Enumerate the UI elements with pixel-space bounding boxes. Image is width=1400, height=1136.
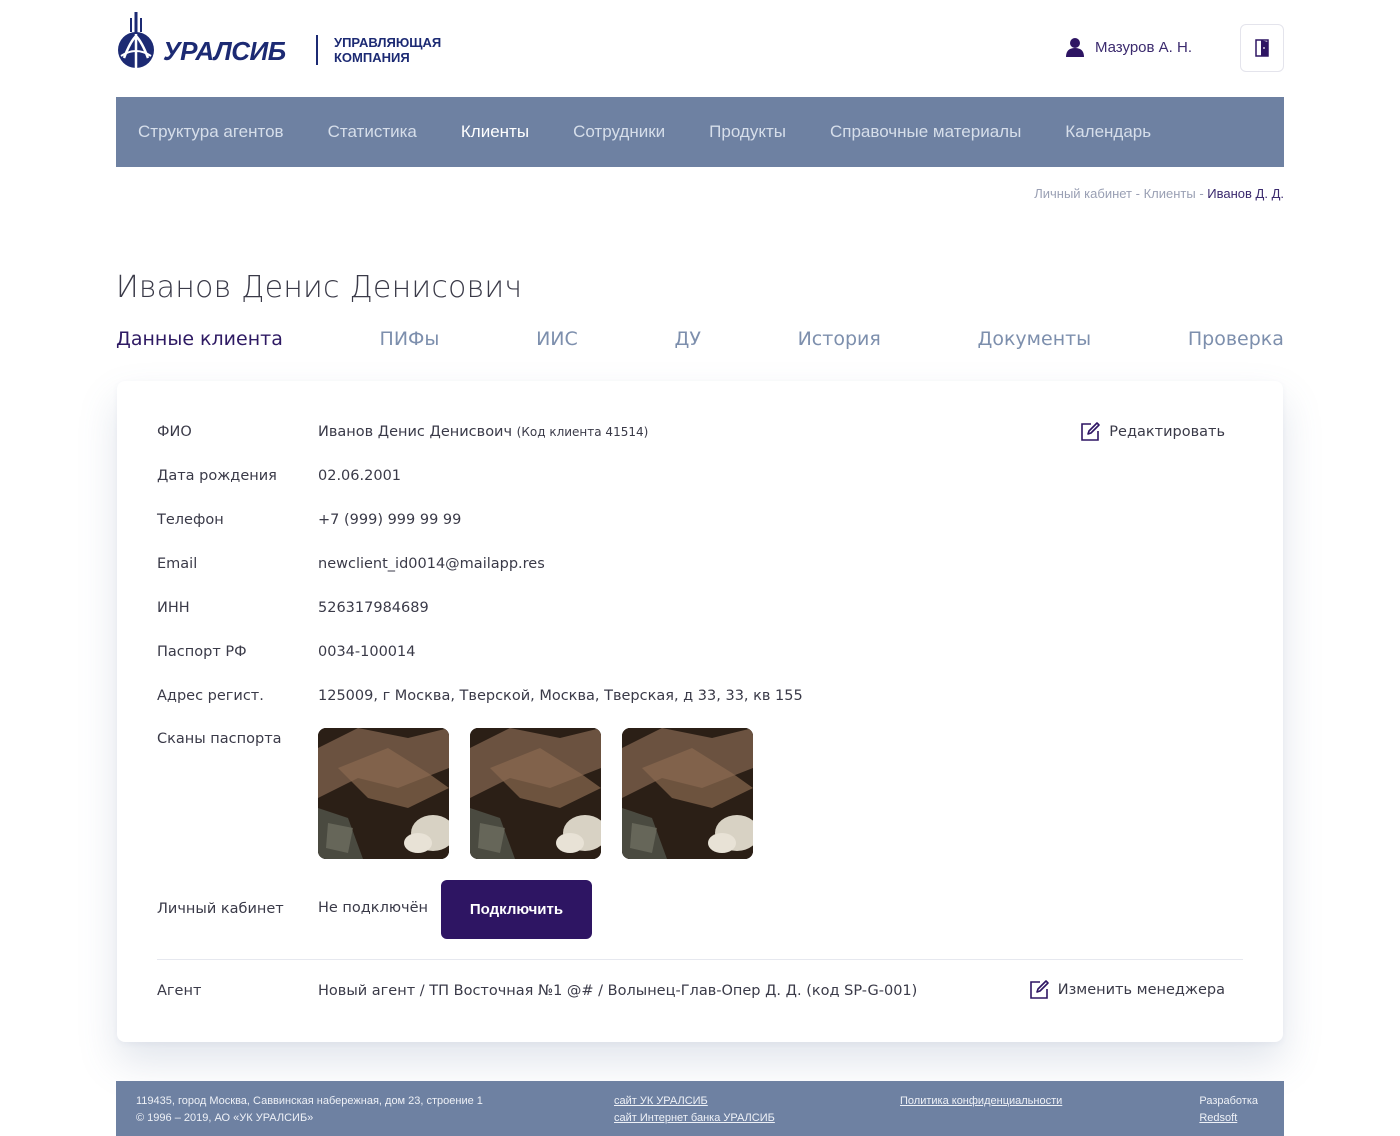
footer-dev-label: Разработка <box>1199 1095 1258 1107</box>
edit-label: Редактировать <box>1109 424 1225 440</box>
tab-iis[interactable]: ИИС <box>536 328 578 350</box>
nav-item-agents[interactable]: Структура агентов <box>138 122 284 142</box>
footer-copyright: © 1996 – 2019, АО «УК УРАЛСИБ» <box>136 1112 314 1124</box>
cabinet-status: Не подключён <box>318 900 429 916</box>
address-value: 125009, г Москва, Тверской, Москва, Твер… <box>318 688 803 704</box>
passport-scan-thumbnail[interactable] <box>470 728 601 859</box>
breadcrumb-separator: - <box>1195 186 1208 201</box>
client-code: (Код клиента 41514) <box>516 425 649 439</box>
breadcrumb: Личный кабинет - Клиенты - Иванов Д. Д. <box>1034 186 1284 201</box>
tab-verification[interactable]: Проверка <box>1188 328 1284 350</box>
tab-documents[interactable]: Документы <box>977 328 1091 350</box>
client-card: Редактировать ФИО Иванов Денис Денисвоич… <box>117 381 1283 1042</box>
edit-icon <box>1029 980 1049 999</box>
tab-du[interactable]: ДУ <box>674 328 700 350</box>
footer-address: 119435, город Москва, Саввинская набереж… <box>136 1095 483 1107</box>
logo-subtitle-line1: УПРАВЛЯЮЩАЯ <box>334 35 442 50</box>
phone-label: Телефон <box>157 512 224 528</box>
breadcrumb-cabinet[interactable]: Личный кабинет <box>1034 186 1132 201</box>
tab-history[interactable]: История <box>798 328 881 350</box>
logo-wordmark: УРАЛСИБ <box>163 36 286 66</box>
fio-label: ФИО <box>157 424 192 440</box>
footer-dev-link[interactable]: Redsoft <box>1199 1110 1258 1127</box>
nav-item-calendar[interactable]: Календарь <box>1065 122 1151 142</box>
passport-label: Паспорт РФ <box>157 644 247 660</box>
passport-scan-thumbnail[interactable] <box>318 728 449 859</box>
connect-button[interactable]: Подключить <box>441 880 592 939</box>
footer-company-info: 119435, город Москва, Саввинская набереж… <box>136 1093 483 1127</box>
edit-button[interactable]: Редактировать <box>1079 421 1225 443</box>
scan-image <box>470 728 601 859</box>
fio-value: Иванов Денис Денисвоич (Код клиента 4151… <box>318 424 648 440</box>
birth-value: 02.06.2001 <box>318 468 402 484</box>
user-icon <box>1065 38 1084 57</box>
phone-value: +7 (999) 999 99 99 <box>318 512 462 528</box>
card-divider <box>157 959 1243 960</box>
birth-label: Дата рождения <box>157 468 277 484</box>
nav-item-reference[interactable]: Справочные материалы <box>830 122 1021 142</box>
passport-scan-thumbnail[interactable] <box>622 728 753 859</box>
nav-item-clients[interactable]: Клиенты <box>461 122 529 142</box>
logo-subtitle-line2: КОМПАНИЯ <box>334 50 410 65</box>
tab-pif[interactable]: ПИФы <box>380 328 440 350</box>
tab-client-data[interactable]: Данные клиента <box>116 328 283 350</box>
user-menu[interactable]: Мазуров А. Н. <box>1065 37 1192 57</box>
scan-image <box>622 728 753 859</box>
email-label: Email <box>157 556 198 572</box>
footer-privacy: Политика конфиденциальности <box>900 1093 1062 1110</box>
logo-subtitle: УПРАВЛЯЮЩАЯ КОМПАНИЯ <box>334 35 441 65</box>
inn-label: ИНН <box>157 600 190 616</box>
cabinet-label: Личный кабинет <box>157 901 284 917</box>
agent-value: Новый агент / ТП Восточная №1 @# / Волын… <box>318 983 918 999</box>
change-manager-button[interactable]: Изменить менеджера <box>1028 979 1225 1001</box>
user-name: Мазуров А. Н. <box>1094 38 1192 56</box>
footer-developer: Разработка Redsoft <box>1199 1093 1258 1127</box>
footer: 119435, город Москва, Саввинская набереж… <box>116 1081 1284 1136</box>
breadcrumb-separator: - <box>1132 186 1144 201</box>
agent-label: Агент <box>157 983 202 999</box>
scans-label: Сканы паспорта <box>157 731 282 747</box>
edit-icon <box>1081 422 1101 441</box>
nav-item-statistics[interactable]: Статистика <box>328 122 417 142</box>
inn-value: 526317984689 <box>318 600 429 616</box>
nav-item-products[interactable]: Продукты <box>709 122 786 142</box>
page-title: Иванов Денис Денисович <box>116 270 523 305</box>
change-manager-label: Изменить менеджера <box>1057 982 1225 998</box>
fio-name: Иванов Денис Денисвоич <box>318 424 513 440</box>
footer-links: сайт УК УРАЛСИБ сайт Интернет банка УРАЛ… <box>614 1093 775 1127</box>
breadcrumb-current: Иванов Д. Д. <box>1207 186 1284 201</box>
main-nav: Структура агентов Статистика Клиенты Сот… <box>116 97 1284 167</box>
logout-button[interactable] <box>1240 24 1284 72</box>
nav-item-employees[interactable]: Сотрудники <box>573 122 665 142</box>
company-logo[interactable]: УРАЛСИБ УПРАВЛЯЮЩАЯ КОМПАНИЯ <box>116 12 456 72</box>
header: УРАЛСИБ УПРАВЛЯЮЩАЯ КОМПАНИЯ Мазуров А. … <box>116 0 1284 97</box>
scan-image <box>318 728 449 859</box>
footer-link-privacy[interactable]: Политика конфиденциальности <box>900 1093 1062 1110</box>
logo-divider <box>316 35 318 65</box>
address-label: Адрес регист. <box>157 688 264 704</box>
email-value: newclient_id0014@mailapp.res <box>318 556 545 572</box>
footer-link-bank[interactable]: сайт Интернет банка УРАЛСИБ <box>614 1110 775 1127</box>
client-tabs: Данные клиента ПИФы ИИС ДУ История Докум… <box>116 328 1284 350</box>
exit-door-icon <box>1255 39 1269 57</box>
breadcrumb-clients[interactable]: Клиенты <box>1144 186 1196 201</box>
passport-value: 0034-100014 <box>318 644 416 660</box>
uralsib-emblem-icon <box>118 12 154 68</box>
footer-link-site[interactable]: сайт УК УРАЛСИБ <box>614 1093 775 1110</box>
